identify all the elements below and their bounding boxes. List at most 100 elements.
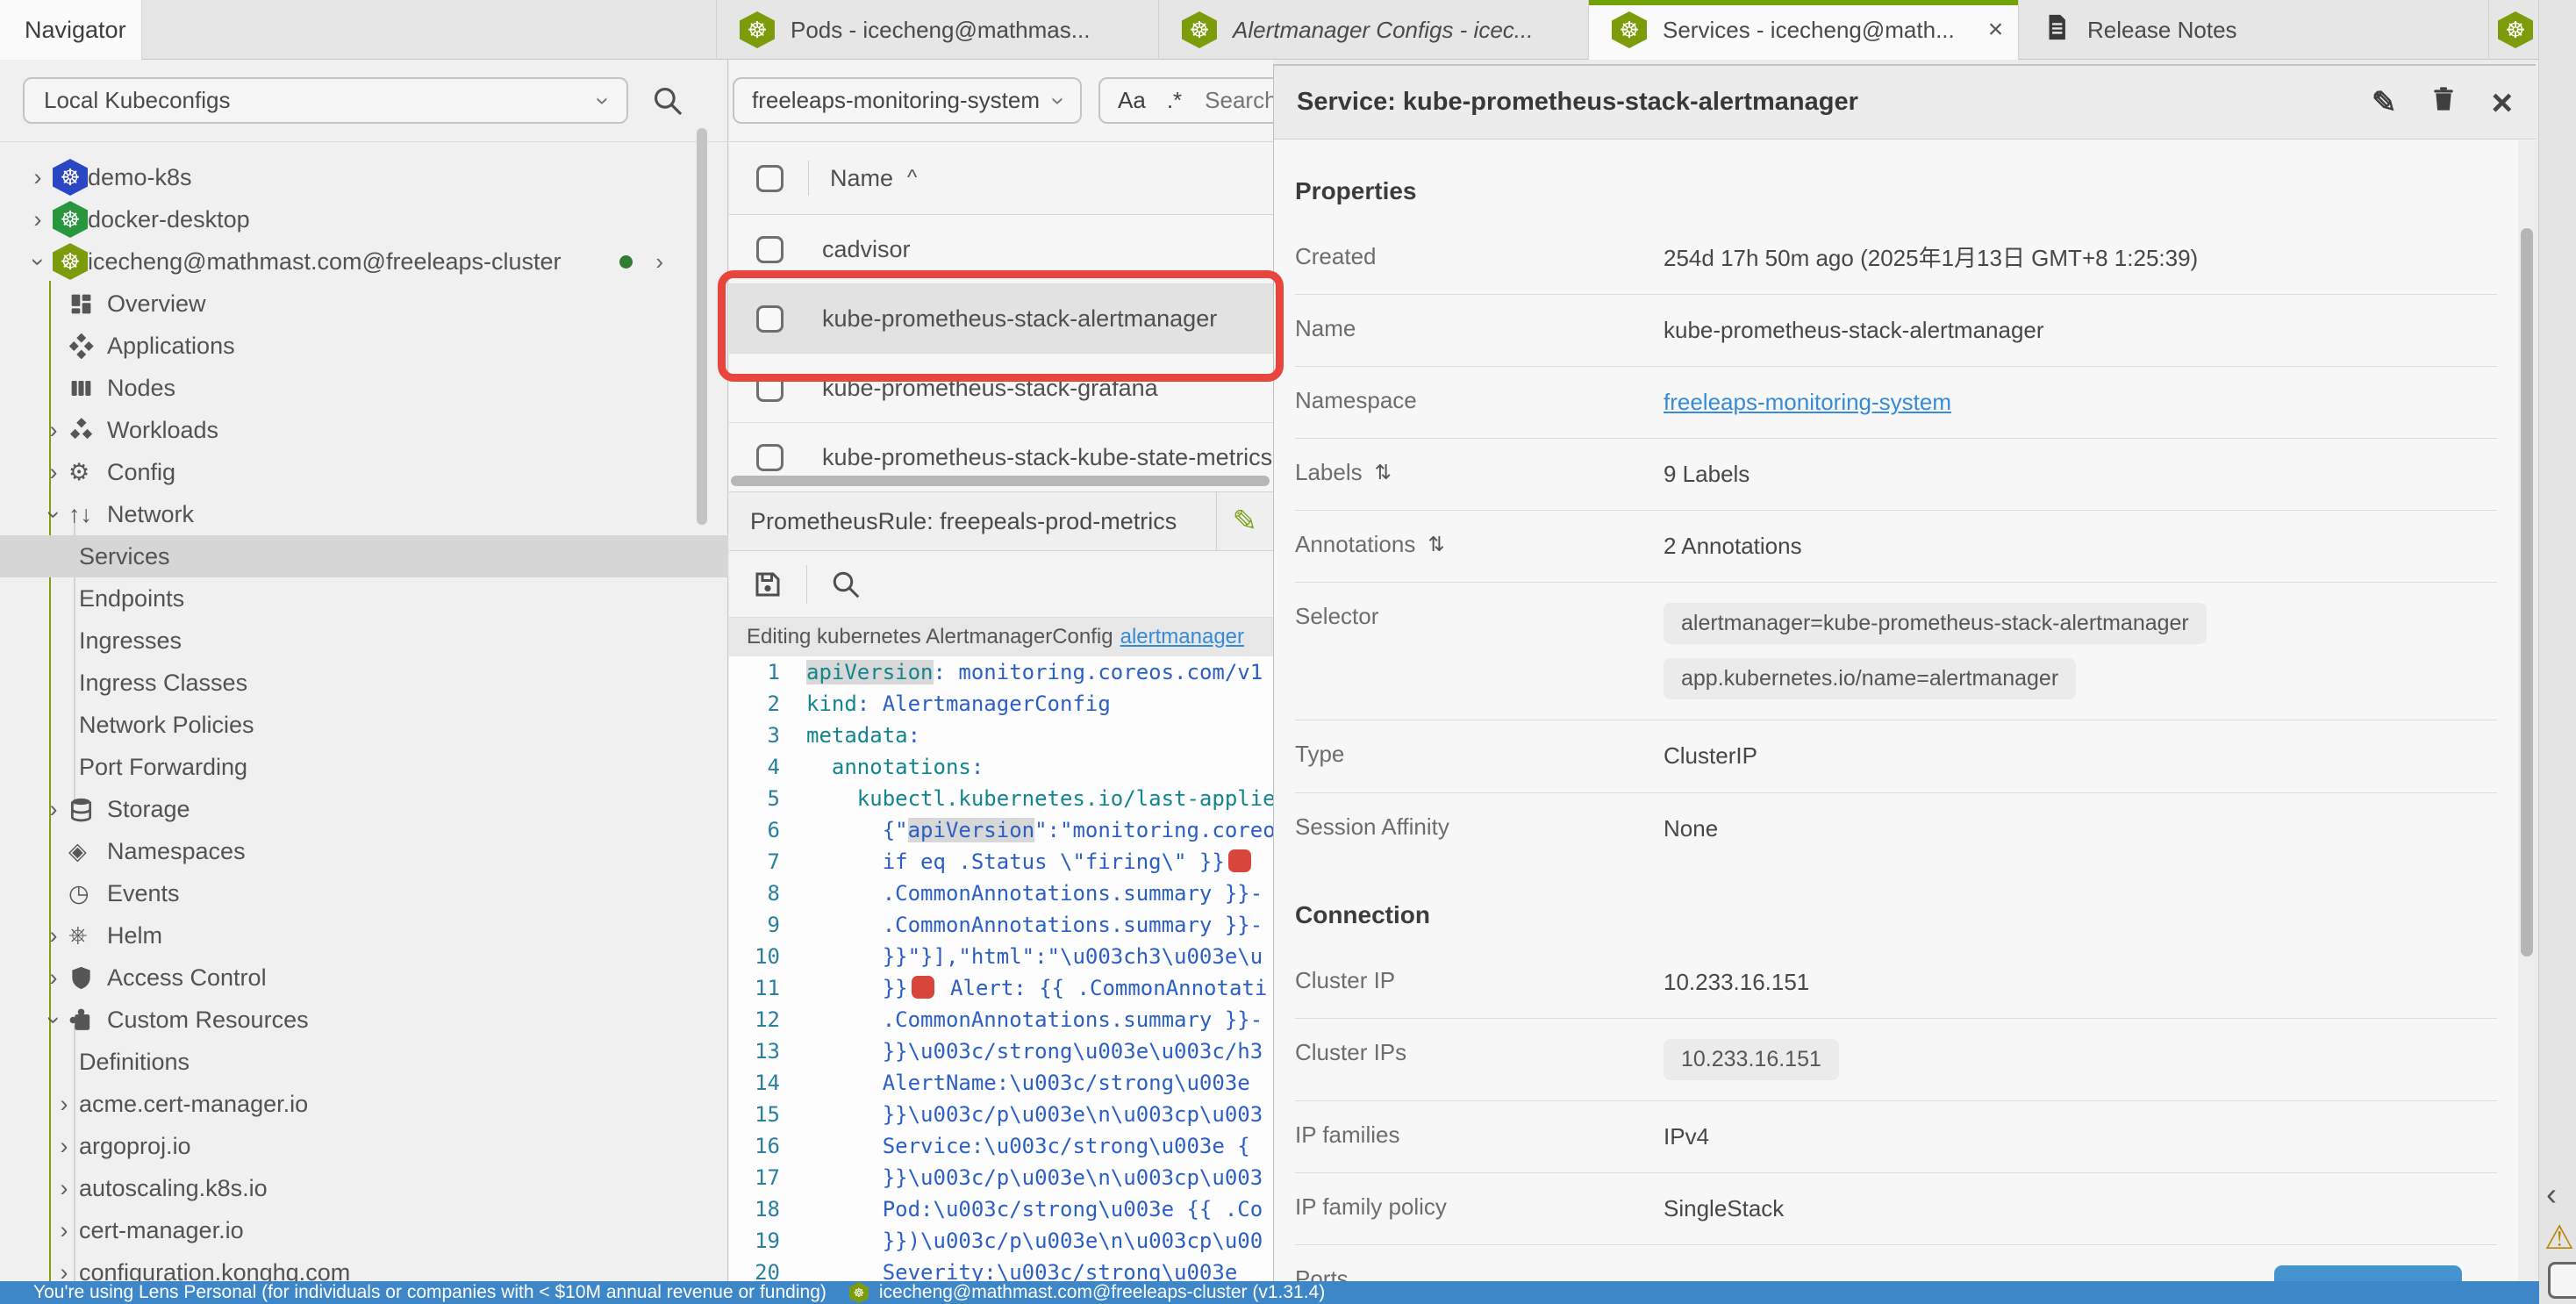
chevron-right-icon[interactable]: › (49, 1091, 79, 1118)
kubeconfig-select[interactable]: Local Kubeconfigs › (23, 77, 628, 124)
chevron-right-icon[interactable]: › (39, 459, 68, 486)
line-number: 3 (729, 720, 806, 751)
detail-scrollbar-track[interactable] (2518, 140, 2536, 1304)
sidebar-item-network-policies[interactable]: Network Policies (0, 704, 728, 746)
row-checkbox[interactable] (756, 375, 784, 402)
yaml-editor[interactable]: 1apiVersion: monitoring.coreos.com/v12ki… (729, 656, 1273, 1281)
sidebar-item-overview[interactable]: Overview (0, 283, 728, 325)
service-name: kube-prometheus-stack-grafana (822, 375, 1158, 402)
collapse-chevron-icon[interactable]: ‹ (2546, 1176, 2557, 1213)
cluster-status[interactable]: ☸ icecheng@mathmast.com@freeleaps-cluste… (849, 1282, 1325, 1303)
match-case-toggle[interactable]: Aa (1118, 87, 1146, 114)
sidebar-item-storage[interactable]: ›Storage (0, 788, 728, 830)
edit-icon[interactable]: ✎ (2372, 85, 2397, 120)
kubernetes-icon: ☸ (53, 243, 88, 280)
chevron-right-icon[interactable]: › (39, 796, 68, 823)
row-checkbox[interactable] (756, 444, 784, 471)
sidebar-item-nodes[interactable]: Nodes (0, 367, 728, 409)
chevron-right-icon[interactable]: › (655, 248, 663, 276)
chevron-down-icon[interactable]: › (23, 248, 53, 276)
close-icon[interactable]: × (2491, 84, 2513, 121)
sidebar-item-icecheng-mathmast-com-freeleaps-cluster[interactable]: ›☸icecheng@mathmast.com@freeleaps-cluste… (0, 240, 728, 283)
chevron-down-icon[interactable]: › (39, 1007, 68, 1034)
sidebar-item-port-forwarding[interactable]: Port Forwarding (0, 746, 728, 788)
column-header-name[interactable]: Name (830, 165, 893, 192)
detail-row-label: Selector (1295, 603, 1664, 630)
tab-release-notes[interactable]: Release Notes (2018, 0, 2488, 60)
sidebar-item-ingress-classes[interactable]: Ingress Classes (0, 662, 728, 704)
chevron-right-icon[interactable]: › (23, 206, 53, 233)
chevron-right-icon[interactable]: › (49, 1133, 79, 1160)
sidebar-item-endpoints[interactable]: Endpoints (0, 577, 728, 620)
namespace-select[interactable]: freeleaps-monitoring-system › (733, 77, 1082, 124)
sidebar-item-argoproj-io[interactable]: ›argoproj.io (0, 1125, 728, 1167)
sort-icon[interactable]: ⇅ (1428, 533, 1444, 556)
editor-search-icon[interactable] (830, 569, 862, 600)
warning-icon[interactable]: ⚠ (2544, 1218, 2574, 1257)
sidebar-item-config[interactable]: ›⚙Config (0, 451, 728, 493)
close-icon[interactable]: × (1988, 17, 2004, 43)
sidebar-item-services[interactable]: Services (0, 535, 728, 577)
sidebar-item-network[interactable]: ›↑↓Network (0, 493, 728, 535)
sidebar-item-definitions[interactable]: Definitions (0, 1041, 728, 1083)
code-text: .CommonAnnotations.summary }}- (806, 878, 1273, 909)
line-number: 11 (729, 972, 806, 1004)
tab-pods-icecheng-mathmas[interactable]: ☸Pods - icecheng@mathmas... (716, 0, 1158, 60)
code-line: 17 }}\u003c/p\u003e\n\u003cp\u003 (729, 1162, 1273, 1193)
edit-resource-icon[interactable]: ✎ (1233, 504, 1258, 539)
tab-bar: Navigator ☸Pods - icecheng@mathmas...☸Al… (0, 0, 2576, 60)
namespace-link[interactable]: freeleaps-monitoring-system (1664, 387, 1951, 418)
sidebar-scrollbar[interactable] (697, 128, 707, 525)
select-all-checkbox[interactable] (756, 165, 784, 192)
search-icon[interactable] (651, 84, 684, 122)
sort-icon[interactable]: ⇅ (1375, 461, 1392, 484)
chevron-right-icon[interactable]: › (49, 1217, 79, 1244)
sidebar-item-applications[interactable]: Applications (0, 325, 728, 367)
service-name: kube-prometheus-stack-kube-state-metrics (822, 444, 1272, 471)
sidebar-item-configuration-konghq-com[interactable]: ›configuration.konghq.com (0, 1251, 728, 1281)
chevron-right-icon[interactable]: › (49, 1175, 79, 1202)
sidebar-item-docker-desktop[interactable]: ›☸docker-desktop (0, 198, 728, 240)
search-input[interactable] (1203, 86, 1273, 115)
value-chip: 10.233.16.151 (1664, 1039, 1839, 1080)
header-divider (808, 161, 809, 196)
sidebar-item-namespaces[interactable]: ◈Namespaces (0, 830, 728, 872)
tab-alertmanager-configs-icec[interactable]: ☸Alertmanager Configs - icec... (1158, 0, 1588, 60)
delete-icon[interactable] (2429, 85, 2458, 120)
editing-resource-link[interactable]: alertmanager (1120, 625, 1244, 649)
sort-ascending-icon[interactable]: ^ (907, 166, 917, 190)
sidebar-item-events[interactable]: ◷Events (0, 872, 728, 914)
table-row[interactable]: kube-prometheus-stack-alertmanager (729, 284, 1273, 354)
sidebar-item-acme-cert-manager-io[interactable]: ›acme.cert-manager.io (0, 1083, 728, 1125)
tab-services-icecheng-math[interactable]: ☸Services - icecheng@math...× (1588, 0, 2018, 60)
code-line: 7 if eq .Status \"firing\" }}🚨 (729, 846, 1273, 878)
save-icon[interactable] (752, 569, 784, 600)
cluster-status-indicators: › (619, 248, 728, 276)
sidebar-item-autoscaling-k8s-io[interactable]: ›autoscaling.k8s.io (0, 1167, 728, 1209)
sidebar-item-ingresses[interactable]: Ingresses (0, 620, 728, 662)
chevron-right-icon[interactable]: › (39, 417, 68, 444)
chevron-right-icon[interactable]: › (39, 964, 68, 992)
sidebar-item-custom-resources[interactable]: ›Custom Resources (0, 999, 728, 1041)
sidebar-item-demo-k8s[interactable]: ›☸demo-k8s (0, 156, 728, 198)
detail-row-label: Cluster IP (1295, 967, 1664, 994)
sidebar-item-helm[interactable]: ›⎈Helm (0, 914, 728, 957)
regex-toggle[interactable]: .* (1167, 87, 1182, 114)
row-checkbox[interactable] (756, 236, 784, 263)
search-box[interactable]: Aa .* (1098, 77, 1273, 124)
status-bar: You're using Lens Personal (for individu… (0, 1281, 2539, 1304)
table-row[interactable]: kube-prometheus-stack-grafana (729, 354, 1273, 423)
chevron-down-icon[interactable]: › (39, 501, 68, 528)
chevron-right-icon[interactable]: › (39, 922, 68, 949)
sidebar-item-workloads[interactable]: ›Workloads (0, 409, 728, 451)
sidebar-item-label: icecheng@mathmast.com@freeleaps-cluster (88, 248, 562, 276)
chevron-right-icon[interactable]: › (23, 164, 53, 191)
chevron-right-icon[interactable]: › (49, 1259, 79, 1282)
table-row[interactable]: cadvisor (729, 215, 1273, 284)
sidebar-item-access-control[interactable]: ›Access Control (0, 957, 728, 999)
detail-scrollbar-thumb[interactable] (2521, 228, 2533, 957)
row-checkbox[interactable] (756, 305, 784, 333)
horizontal-scrollbar[interactable] (731, 476, 1270, 486)
navigator-panel-tab[interactable]: Navigator (0, 0, 142, 60)
sidebar-item-cert-manager-io[interactable]: ›cert-manager.io (0, 1209, 728, 1251)
